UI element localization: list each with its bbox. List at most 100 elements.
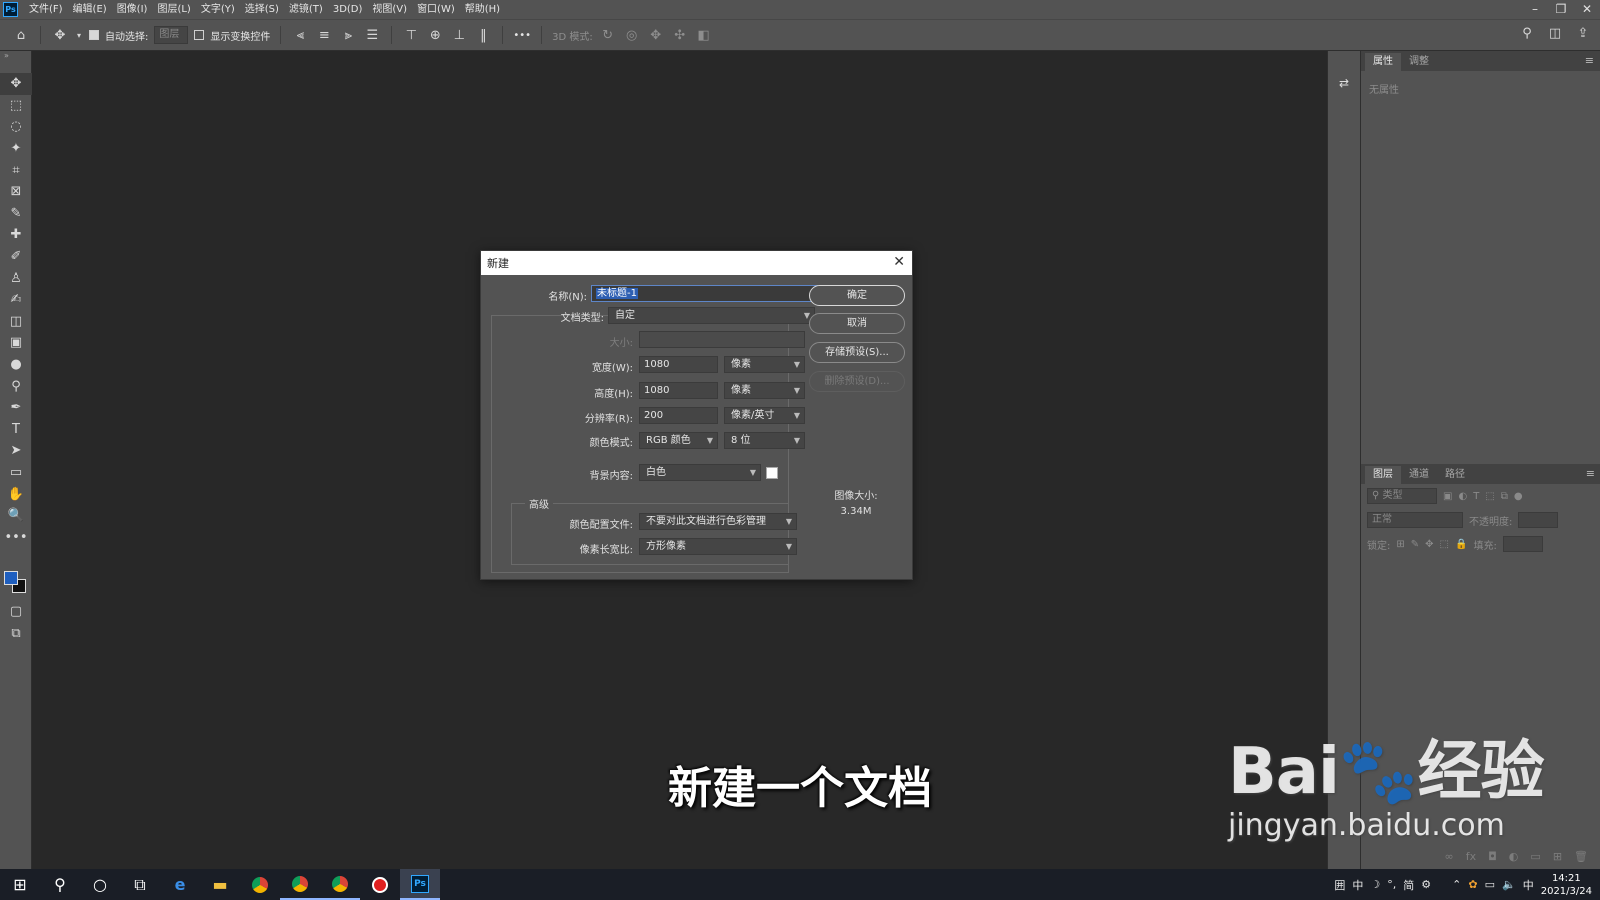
width-field[interactable]: 1080 xyxy=(639,356,718,373)
auto-select-checkbox[interactable] xyxy=(89,30,99,40)
menu-help[interactable]: 帮助(H) xyxy=(460,0,505,19)
path-selection-tool-icon[interactable]: ➤ xyxy=(0,440,32,462)
filter-shape-icon[interactable]: ⬚ xyxy=(1485,491,1494,502)
auto-select-dropdown[interactable]: 图层 xyxy=(154,26,189,44)
share-icon[interactable]: ⇪ xyxy=(1574,26,1592,41)
file-explorer-icon[interactable]: ▬ xyxy=(200,869,240,900)
screen-recorder-icon[interactable] xyxy=(360,869,400,900)
collapse-toolbar-icon[interactable]: » xyxy=(0,51,31,73)
height-unit-select[interactable]: 像素 ▼ xyxy=(724,382,805,399)
more-options-button[interactable]: ••• xyxy=(513,30,531,41)
align-right-icon[interactable]: ⫸ xyxy=(339,28,357,43)
distribute-icon[interactable]: ☰ xyxy=(363,28,381,43)
lock-paint-icon[interactable]: ✎ xyxy=(1411,539,1419,550)
zoom-tool-icon[interactable]: 🔍 xyxy=(0,505,32,527)
pen-tool-icon[interactable]: ✒ xyxy=(0,397,32,419)
menu-edit[interactable]: 编辑(E) xyxy=(68,0,112,19)
resolution-unit-select[interactable]: 像素/英寸 ▼ xyxy=(724,407,805,424)
save-preset-button[interactable]: 存储预设(S)... xyxy=(809,342,905,363)
resolution-field[interactable]: 200 xyxy=(639,407,718,424)
3d-orbit-icon[interactable]: ↻ xyxy=(599,28,617,43)
opacity-field[interactable] xyxy=(1518,512,1559,528)
marquee-tool-icon[interactable]: ⬚ xyxy=(0,95,32,117)
bit-depth-select[interactable]: 8 位 ▼ xyxy=(724,432,805,449)
new-layer-icon[interactable]: ⊞ xyxy=(1553,850,1562,863)
crop-tool-icon[interactable]: ⌗ xyxy=(0,159,32,181)
doc-type-select[interactable]: 自定 ▼ xyxy=(608,307,815,324)
chrome-window-1-icon[interactable] xyxy=(280,869,320,900)
filter-smart-object-icon[interactable]: ⧉ xyxy=(1501,491,1508,502)
menu-layer[interactable]: 图层(L) xyxy=(152,0,195,19)
restore-button[interactable]: ❐ xyxy=(1548,0,1574,19)
eraser-tool-icon[interactable]: ◫ xyxy=(0,311,32,333)
home-icon[interactable]: ⌂ xyxy=(12,28,30,43)
background-color-swatch[interactable] xyxy=(766,467,778,479)
input-language-indicator[interactable]: 中 xyxy=(1523,877,1534,893)
menu-filter[interactable]: 滤镜(T) xyxy=(284,0,328,19)
search-icon[interactable]: ⚲ xyxy=(1518,26,1536,41)
lock-artboard-icon[interactable]: ⬚ xyxy=(1440,539,1449,550)
rectangle-tool-icon[interactable]: ▭ xyxy=(0,462,32,484)
blur-tool-icon[interactable]: ● xyxy=(0,354,32,376)
3d-pan-icon[interactable]: ✥ xyxy=(647,28,665,43)
ime-mode-icon[interactable]: 囲 xyxy=(1334,877,1345,893)
width-unit-select[interactable]: 像素 ▼ xyxy=(724,356,805,373)
blend-mode-select[interactable]: 正常 xyxy=(1367,512,1463,528)
network-icon[interactable]: ▭ xyxy=(1485,878,1495,891)
menu-3d[interactable]: 3D(D) xyxy=(328,0,368,19)
lasso-tool-icon[interactable]: ◌ xyxy=(0,116,32,138)
cortana-icon[interactable]: ○ xyxy=(80,869,120,900)
align-center-icon[interactable]: ≡ xyxy=(315,28,333,43)
edge-browser-icon[interactable]: e xyxy=(160,869,200,900)
lock-transparent-icon[interactable]: ⊞ xyxy=(1396,539,1404,550)
3d-roll-icon[interactable]: ◎ xyxy=(623,28,641,43)
foreground-color-swatch[interactable] xyxy=(4,571,18,585)
3d-camera-icon[interactable]: ◧ xyxy=(695,28,713,43)
distribute-vertical-icon[interactable]: ‖ xyxy=(474,28,492,43)
frame-tool-icon[interactable]: ⊠ xyxy=(0,181,32,203)
tab-paths[interactable]: 路径 xyxy=(1437,466,1473,484)
gradient-tool-icon[interactable]: ▣ xyxy=(0,332,32,354)
name-field[interactable]: 未标题-1 xyxy=(591,285,818,302)
filter-type-icon[interactable]: T xyxy=(1473,491,1479,502)
tray-app-icon[interactable]: ✿ xyxy=(1468,878,1477,891)
photoshop-taskbar-icon[interactable]: Ps xyxy=(400,869,440,900)
tab-properties[interactable]: 属性 xyxy=(1365,53,1401,71)
align-bottom-icon[interactable]: ⊥ xyxy=(450,28,468,43)
tab-layers[interactable]: 图层 xyxy=(1365,466,1401,484)
align-left-icon[interactable]: ⫷ xyxy=(291,28,309,43)
history-brush-tool-icon[interactable]: ✍ xyxy=(0,289,32,311)
ime-settings-icon[interactable]: ⚙ xyxy=(1421,878,1431,891)
type-tool-icon[interactable]: T xyxy=(0,419,32,441)
lock-move-icon[interactable]: ✥ xyxy=(1425,539,1433,550)
move-tool-icon[interactable]: ✥ xyxy=(0,73,32,95)
layer-filter-select[interactable]: ⚲ 类型 xyxy=(1367,488,1437,504)
3d-slide-icon[interactable]: ✣ xyxy=(671,28,689,43)
filter-adjustment-icon[interactable]: ◐ xyxy=(1458,491,1467,502)
chevron-down-icon[interactable]: ▾ xyxy=(75,31,83,40)
fx-icon[interactable]: fx xyxy=(1466,850,1476,863)
panel-menu-icon[interactable]: ≡ xyxy=(1586,467,1595,480)
add-mask-icon[interactable]: ◘ xyxy=(1488,850,1497,863)
link-layers-icon[interactable]: ∞ xyxy=(1445,850,1454,863)
height-field[interactable]: 1080 xyxy=(639,382,718,399)
align-top-icon[interactable]: ⊤ xyxy=(402,28,420,43)
delete-layer-icon[interactable]: 🗑 xyxy=(1574,850,1588,863)
eyedropper-tool-icon[interactable]: ✎ xyxy=(0,203,32,225)
move-tool-icon[interactable]: ✥ xyxy=(51,28,69,43)
color-profile-select[interactable]: 不要对此文档进行色彩管理 ▼ xyxy=(639,513,797,530)
align-middle-icon[interactable]: ⊕ xyxy=(426,28,444,43)
pixel-aspect-select[interactable]: 方形像素 ▼ xyxy=(639,538,797,555)
ime-chinese-icon[interactable]: 中 xyxy=(1352,877,1363,893)
tab-adjustments[interactable]: 调整 xyxy=(1401,53,1437,71)
ok-button[interactable]: 确定 xyxy=(809,285,905,306)
chrome-window-2-icon[interactable] xyxy=(320,869,360,900)
color-mode-select[interactable]: RGB 颜色 ▼ xyxy=(639,432,718,449)
ime-punctuation-icon[interactable]: °, xyxy=(1387,878,1396,891)
menu-window[interactable]: 窗口(W) xyxy=(412,0,460,19)
new-adjustment-icon[interactable]: ◐ xyxy=(1509,850,1519,863)
background-select[interactable]: 白色 ▼ xyxy=(639,464,761,481)
hand-tool-icon[interactable]: ✋ xyxy=(0,483,32,505)
lock-all-icon[interactable]: 🔒 xyxy=(1455,539,1467,550)
history-panel-icon[interactable]: ⇄ xyxy=(1334,73,1354,93)
